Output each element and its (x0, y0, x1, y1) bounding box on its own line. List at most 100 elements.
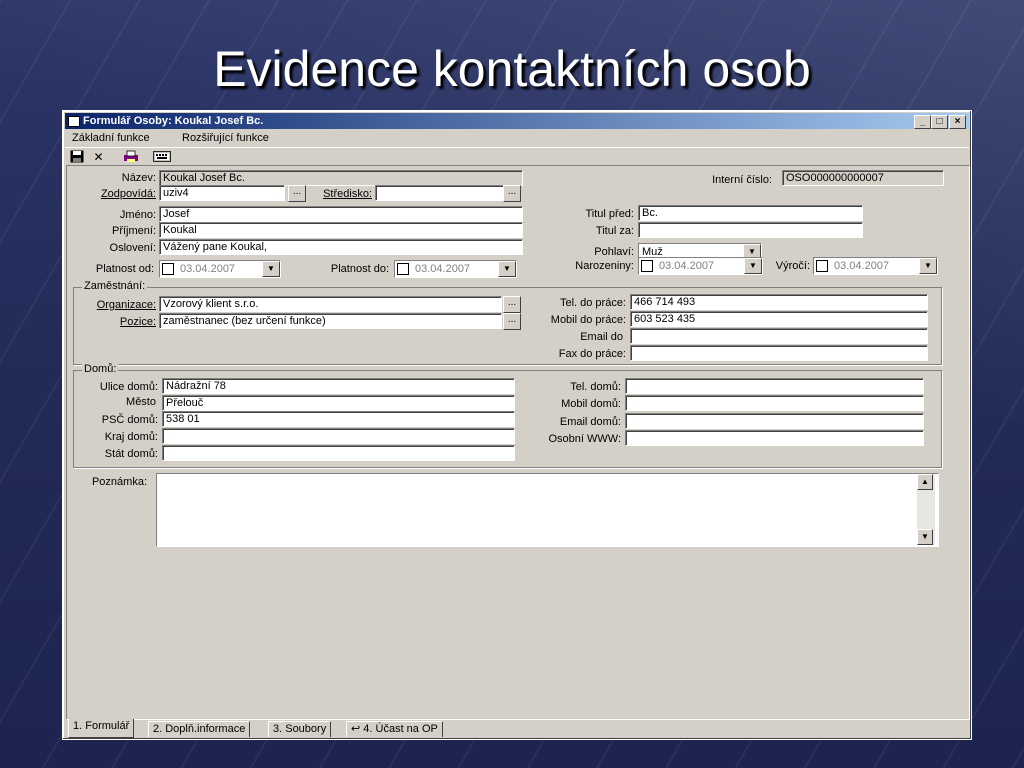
label-ulice: Ulice domů: (99, 381, 158, 393)
label-titul-za: Titul za: (595, 225, 634, 237)
label-narozeniny: Narozeniny: (575, 260, 634, 272)
maximize-button[interactable]: □ (931, 115, 948, 129)
label-prijmeni: Příjmení: (111, 225, 156, 237)
prijmeni-field[interactable]: Koukal (159, 222, 523, 238)
toolbar: ✕ (65, 147, 969, 166)
psc-field[interactable]: 538 01 (162, 411, 515, 427)
zodpovida-field[interactable]: uziv4 (159, 185, 285, 201)
keyboard-icon[interactable] (153, 150, 171, 165)
menu-zakladni-funkce[interactable]: Základní funkce (72, 132, 150, 144)
delete-icon[interactable]: ✕ (90, 150, 107, 165)
label-mobil-domu: Mobil domů: (561, 398, 621, 410)
label-jmeno: Jméno: (119, 209, 156, 221)
osobni-www-field[interactable] (625, 430, 924, 446)
narozeniny-checkbox[interactable] (641, 260, 653, 272)
titul-pred-field[interactable]: Bc. (638, 205, 863, 221)
mobil-prace-field[interactable]: 603 523 435 (630, 311, 928, 327)
label-nazev: Název: (121, 172, 156, 184)
chevron-down-icon[interactable]: ▼ (498, 261, 516, 277)
label-vyroci: Výročí: (775, 260, 810, 272)
tel-domu-field[interactable] (625, 378, 924, 394)
label-tel-prace: Tel. do práce: (559, 297, 626, 309)
label-interni-cislo: Interní číslo: (712, 174, 772, 186)
slide-title: Evidence kontaktních osob (213, 41, 811, 97)
kraj-field[interactable] (162, 428, 515, 444)
interni-cislo-field[interactable]: OSO000000000007 (782, 170, 944, 186)
stredisko-lookup-button[interactable]: ... (503, 185, 521, 202)
chevron-down-icon[interactable]: ▼ (919, 258, 937, 274)
narozeniny-date[interactable]: 03.04.2007 ▼ (638, 257, 763, 275)
label-platnost-do: Platnost do: (330, 263, 389, 275)
fax-prace-field[interactable] (630, 345, 928, 361)
platnost-od-value: 03.04.2007 (180, 263, 236, 275)
chevron-down-icon[interactable]: ▼ (744, 258, 762, 274)
vyroci-value: 03.04.2007 (834, 260, 890, 272)
label-osloveni: Oslovení: (109, 242, 156, 254)
window-title: Formulář Osoby: Koukal Josef Bc. (83, 115, 264, 127)
tab-ucast-na-op[interactable]: ↩ 4. Účast na OP (346, 721, 443, 737)
zodpovida-lookup-button[interactable]: ... (288, 185, 306, 202)
ulice-field[interactable]: Nádražní 78 (162, 378, 515, 394)
narozeniny-value: 03.04.2007 (659, 260, 715, 272)
save-icon[interactable] (68, 150, 85, 165)
platnost-do-date[interactable]: 03.04.2007 ▼ (394, 260, 517, 278)
tel-prace-field[interactable]: 466 714 493 (630, 294, 928, 310)
pozice-field[interactable]: zaměstnanec (bez určení funkce) (159, 313, 502, 329)
window-icon (68, 116, 80, 127)
tab-doplnujici-informace[interactable]: 2. Doplň.informace (148, 721, 251, 737)
platnost-od-checkbox[interactable] (162, 263, 174, 275)
link-pozice[interactable]: Pozice: (67, 316, 156, 328)
osloveni-field[interactable]: Vážený pane Koukal, (159, 239, 523, 255)
zamestnani-title: Zaměstnání: (82, 280, 148, 292)
poznamka-textarea[interactable] (156, 473, 939, 547)
platnost-do-value: 03.04.2007 (415, 263, 471, 275)
label-osobni-www: Osobní WWW: (548, 433, 621, 445)
form-window: Formulář Osoby: Koukal Josef Bc. _ □ × Z… (62, 110, 972, 740)
scroll-down-icon[interactable]: ▼ (917, 529, 933, 545)
stat-field[interactable] (162, 445, 515, 461)
label-pohlavi: Pohlaví: (594, 246, 634, 258)
label-mobil-prace: Mobil do práce: (550, 314, 626, 326)
titul-za-field[interactable] (638, 222, 863, 238)
chevron-down-icon[interactable]: ▼ (262, 261, 280, 277)
close-button[interactable]: × (949, 115, 966, 129)
link-stredisko[interactable]: Středisko: (310, 188, 372, 200)
platnost-od-date[interactable]: 03.04.2007 ▼ (159, 260, 281, 278)
label-tel-domu: Tel. domů: (570, 381, 621, 393)
mesto-field[interactable]: Přelouč (162, 395, 515, 411)
vyroci-date[interactable]: 03.04.2007 ▼ (813, 257, 938, 275)
jmeno-field[interactable]: Josef (159, 206, 523, 222)
tab-soubory[interactable]: 3. Soubory (268, 721, 332, 737)
nazev-field[interactable]: Koukal Josef Bc. (159, 170, 523, 186)
window-titlebar[interactable]: Formulář Osoby: Koukal Josef Bc. _ □ × (65, 113, 969, 129)
label-mesto: Město (126, 396, 156, 408)
minimize-button[interactable]: _ (914, 115, 931, 129)
tab-strip: 1. Formulář 2. Doplň.informace 3. Soubor… (66, 719, 968, 738)
label-kraj: Kraj domů: (104, 431, 158, 443)
label-titul-pred: Titul před: (585, 208, 634, 220)
print-icon[interactable] (122, 150, 139, 165)
link-zodpovida[interactable]: Zodpovídá: (67, 188, 156, 200)
menu-rozsirujici-funkce[interactable]: Rozšiřující funkce (182, 132, 269, 144)
label-email-domu: Email domů: (559, 416, 621, 428)
organizace-field[interactable]: Vzorový klient s.r.o. (159, 296, 502, 312)
email-prace-field[interactable] (630, 328, 928, 344)
label-email-do: Email do (580, 331, 623, 343)
email-domu-field[interactable] (625, 413, 924, 429)
domu-title: Domů: (82, 363, 119, 375)
label-stat: Stát domů: (104, 448, 158, 460)
platnost-do-checkbox[interactable] (397, 263, 409, 275)
vyroci-checkbox[interactable] (816, 260, 828, 272)
tab-formular[interactable]: 1. Formulář (68, 719, 135, 738)
label-fax-prace: Fax do práce: (558, 348, 626, 360)
mobil-domu-field[interactable] (625, 395, 924, 411)
poznamka-scrollbar[interactable]: ▲ ▼ (917, 474, 935, 545)
scroll-up-icon[interactable]: ▲ (917, 474, 933, 490)
label-poznamka: Poznámka: (91, 476, 147, 488)
form-panel: Název: Koukal Josef Bc. Interní číslo: O… (66, 165, 970, 720)
stredisko-field[interactable] (375, 185, 504, 201)
menubar: Základní funkce Rozšiřující funkce (65, 131, 969, 147)
link-organizace[interactable]: Organizace: (67, 299, 156, 311)
label-platnost-od: Platnost od: (95, 263, 154, 275)
label-psc: PSČ domů: (101, 414, 158, 426)
